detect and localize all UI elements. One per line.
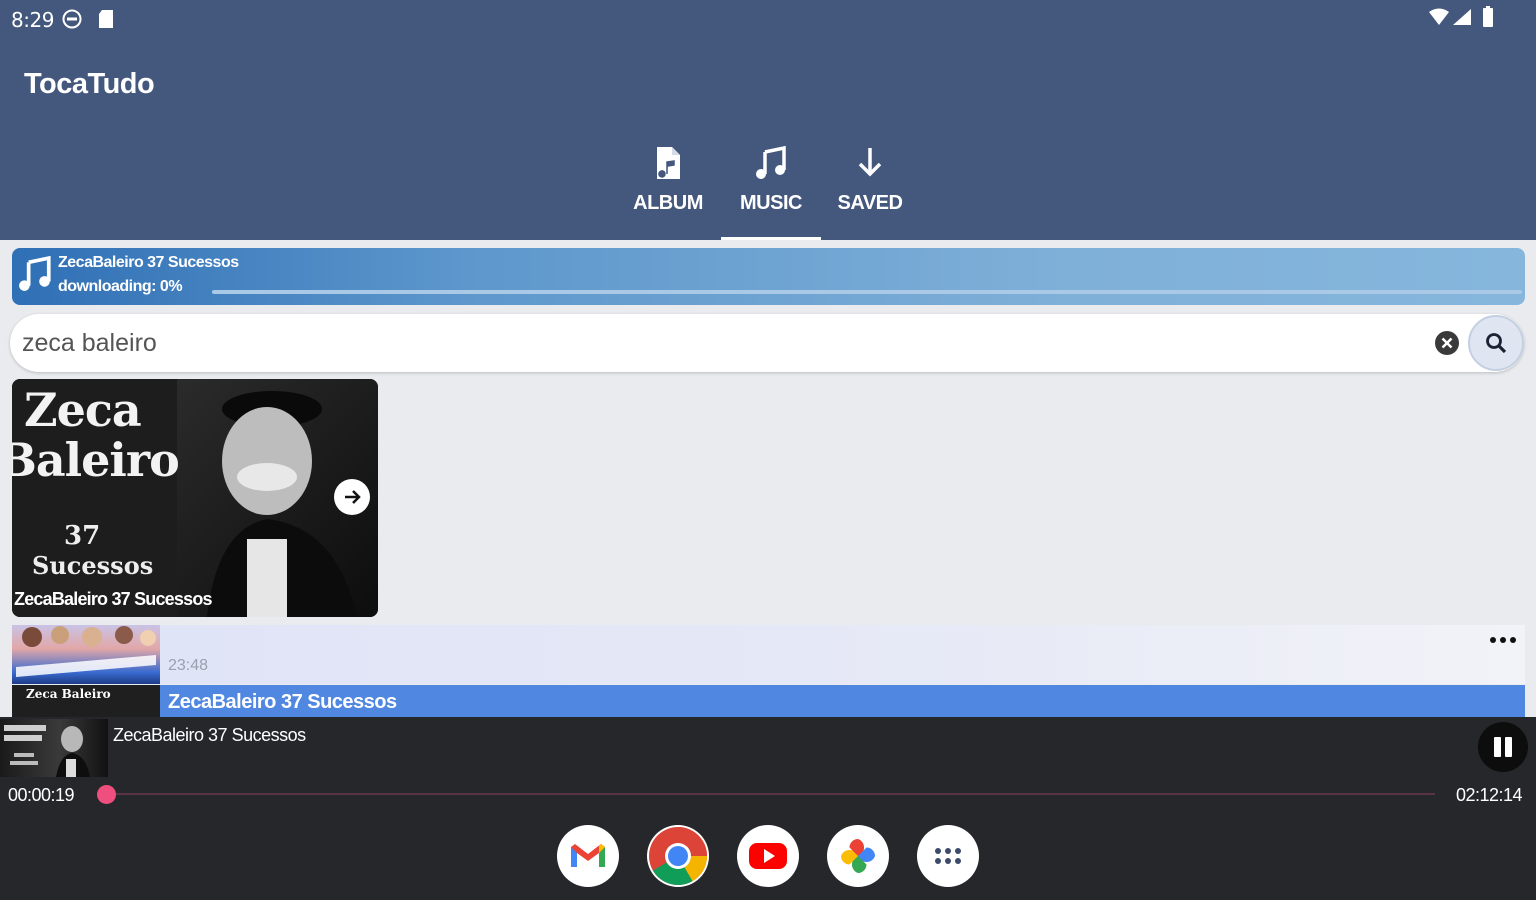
pause-button[interactable]: [1478, 722, 1528, 772]
player-thumbnail: [0, 719, 108, 777]
album-art-line2: Baleiro: [12, 433, 180, 487]
file-music-icon: [618, 146, 718, 180]
list-item-title: ZecaBaleiro 37 Sucessos: [168, 691, 397, 713]
clear-search-button[interactable]: [1434, 330, 1460, 356]
tab-selected-indicator: [721, 237, 821, 240]
seek-handle[interactable]: [97, 785, 116, 804]
music-note-icon: [17, 255, 53, 297]
album-card[interactable]: Zeca Baleiro 37 Sucessos ZecaBaleiro 37 …: [12, 379, 378, 617]
tab-saved-label: SAVED: [837, 192, 903, 214]
seek-bar[interactable]: [107, 793, 1435, 795]
pause-icon: [1478, 737, 1528, 776]
chrome-icon[interactable]: [647, 825, 709, 887]
status-bar: 8:29: [0, 0, 1536, 38]
album-art-number: 37: [64, 521, 101, 551]
album-art-line1: Zeca: [24, 383, 142, 437]
status-time: 8:29: [11, 8, 54, 32]
download-status: downloading: 0%: [58, 278, 183, 295]
download-title: ZecaBaleiro 37 Sucessos: [58, 254, 239, 271]
tab-album[interactable]: ALBUM: [618, 140, 718, 240]
dnd-icon: [62, 9, 82, 34]
elapsed-time: 00:00:19: [8, 785, 75, 805]
list-item[interactable]: 23:48: [12, 625, 1525, 684]
list-item-thumbnail: Zeca Baleiro: [12, 685, 160, 719]
list-item-selected[interactable]: Zeca Baleiro ZecaBaleiro 37 Sucessos: [12, 685, 1525, 719]
tab-saved[interactable]: SAVED: [824, 140, 916, 240]
search-input[interactable]: [22, 323, 1422, 363]
download-notification[interactable]: ZecaBaleiro 37 Sucessos downloading: 0%: [12, 248, 1525, 305]
app-bar: 8:29 TocaTudo ALBUM MUSIC SAVED: [0, 0, 1536, 240]
photos-icon[interactable]: [827, 825, 889, 887]
app-title: TocaTudo: [24, 68, 155, 100]
tab-music-label: MUSIC: [740, 192, 802, 214]
album-open-button[interactable]: [334, 479, 370, 515]
more-horizontal-icon: [1488, 637, 1518, 655]
sd-card-icon: [97, 9, 115, 34]
more-options-button[interactable]: [1488, 629, 1518, 651]
youtube-icon[interactable]: [737, 825, 799, 887]
download-arrow-icon: [824, 146, 916, 180]
player-title: ZecaBaleiro 37 Sucessos: [113, 725, 306, 745]
album-card-caption: ZecaBaleiro 37 Sucessos: [14, 589, 213, 609]
signal-icon: [1452, 8, 1472, 31]
tab-album-label: ALBUM: [633, 192, 703, 214]
mini-player: ZecaBaleiro 37 Sucessos 00:00:19 02:12:1…: [0, 717, 1536, 807]
album-art-word: Sucessos: [32, 551, 154, 580]
battery-icon: [1482, 6, 1494, 33]
tab-bar: ALBUM MUSIC SAVED: [618, 140, 918, 240]
list-item-thumbnail: [12, 625, 160, 684]
search-button[interactable]: [1468, 315, 1524, 371]
download-progress-bar: [212, 290, 1522, 294]
total-time: 02:12:14: [1456, 785, 1523, 805]
music-note-icon: [721, 146, 821, 180]
app-drawer-icon[interactable]: [917, 825, 979, 887]
search-icon: [1470, 333, 1522, 373]
tab-music[interactable]: MUSIC: [721, 140, 821, 240]
list-item-duration: 23:48: [168, 657, 209, 674]
taskbar: [0, 807, 1536, 900]
search-bar: [10, 314, 1524, 372]
arrow-right-icon: [334, 490, 370, 519]
gmail-icon[interactable]: [557, 825, 619, 887]
wifi-icon: [1428, 8, 1450, 31]
